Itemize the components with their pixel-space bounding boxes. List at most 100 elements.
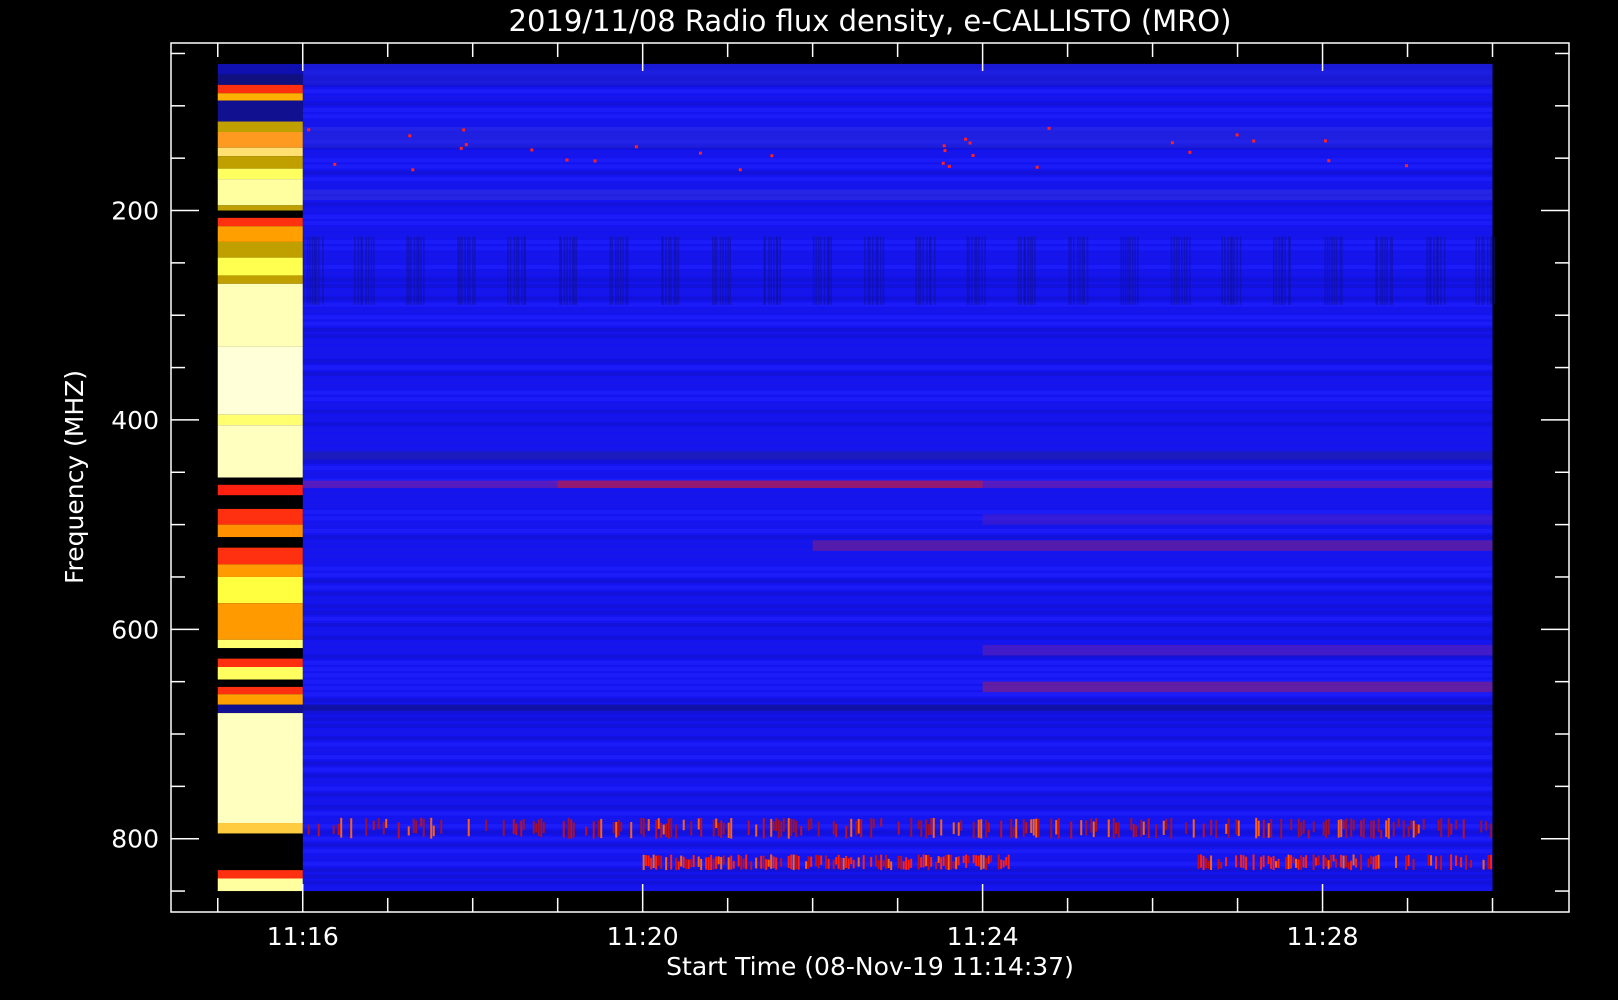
- burst-streak: [917, 820, 920, 829]
- spectrogram-texture-line: [302, 302, 1493, 307]
- burst-streak: [770, 818, 773, 837]
- burst-streak: [1297, 859, 1300, 870]
- calibration-band: [217, 508, 303, 525]
- frequency-band: [812, 540, 1493, 551]
- burst-streak: [1290, 819, 1293, 831]
- spectrogram-texture-line: [302, 296, 1493, 301]
- spectrogram-texture-line: [302, 440, 1493, 446]
- interference-streak: [1081, 236, 1084, 305]
- spectrogram-texture-line: [302, 264, 1493, 270]
- interference-streak: [1017, 236, 1020, 305]
- rfi-speckle: [1327, 159, 1331, 163]
- spectrogram-texture-line: [302, 233, 1493, 238]
- burst-streak: [927, 824, 930, 836]
- interference-streak: [322, 236, 324, 305]
- burst-streak: [720, 820, 723, 838]
- burst-streak: [1237, 820, 1240, 837]
- burst-streak: [1162, 820, 1165, 835]
- burst-streak: [642, 817, 645, 837]
- burst-streak: [742, 858, 745, 869]
- burst-streak: [562, 821, 565, 838]
- burst-streak: [782, 818, 785, 832]
- burst-streak: [1217, 859, 1220, 870]
- spectrogram-texture-line: [302, 277, 1493, 282]
- burst-streak: [797, 855, 800, 870]
- interference-streak: [472, 236, 474, 305]
- spectrogram-texture-line: [302, 390, 1493, 395]
- interference-streak: [820, 236, 822, 305]
- interference-streak: [1233, 236, 1235, 305]
- interference-streak: [1120, 236, 1123, 305]
- interference-streak: [513, 236, 516, 305]
- burst-streak: [600, 818, 603, 839]
- interference-streak: [828, 236, 830, 305]
- burst-streak: [385, 818, 388, 828]
- interference-streak: [423, 236, 425, 305]
- spectrogram-texture-line: [302, 660, 1493, 665]
- calibration-band: [217, 226, 303, 242]
- calibration-band: [217, 704, 303, 714]
- spectrogram-texture-line: [302, 736, 1493, 741]
- burst-streak: [1210, 819, 1213, 836]
- burst-streak: [817, 821, 820, 837]
- interference-streak: [770, 236, 772, 305]
- burst-streak: [1327, 860, 1330, 870]
- burst-streak: [1440, 855, 1443, 870]
- burst-streak: [745, 854, 748, 870]
- burst-streak: [922, 854, 925, 868]
- interference-streak: [975, 236, 978, 305]
- interference-streak: [1379, 236, 1382, 305]
- calibration-band: [217, 524, 303, 538]
- burst-streak: [1202, 855, 1205, 871]
- burst-streak: [732, 860, 735, 869]
- calibration-band: [217, 833, 303, 871]
- spectrogram-texture-line: [302, 553, 1493, 559]
- burst-streak: [1130, 818, 1133, 831]
- interference-streak: [365, 236, 367, 305]
- calibration-band: [217, 93, 303, 101]
- burst-streak: [767, 859, 770, 867]
- burst-streak: [422, 818, 425, 837]
- calibration-band: [217, 667, 303, 680]
- burst-streak: [1242, 855, 1245, 869]
- interference-streak: [926, 236, 928, 305]
- burst-streak: [1132, 823, 1135, 838]
- heatmap-layer: [217, 63, 1495, 892]
- interference-streak: [1475, 236, 1478, 305]
- burst-streak: [1465, 855, 1468, 870]
- spectrogram-texture-line: [302, 428, 1493, 433]
- burst-streak: [690, 821, 693, 836]
- burst-streak: [1207, 860, 1210, 869]
- spectrogram-texture-line: [302, 742, 1493, 747]
- burst-streak: [1205, 858, 1208, 869]
- interference-streak: [617, 236, 619, 305]
- interference-streak: [1129, 236, 1131, 305]
- burst-streak: [875, 855, 878, 867]
- interference-streak: [1122, 236, 1125, 305]
- burst-streak: [1240, 854, 1243, 868]
- rfi-speckle: [459, 146, 463, 150]
- calibration-band: [217, 823, 303, 834]
- burst-streak: [932, 818, 935, 838]
- interference-streak: [410, 236, 412, 305]
- burst-streak: [657, 818, 660, 829]
- burst-streak: [467, 818, 470, 837]
- burst-streak: [1325, 819, 1328, 839]
- burst-streak: [700, 858, 703, 870]
- x-tick-label: 11:24: [947, 922, 1019, 951]
- interference-streak: [879, 236, 882, 305]
- burst-streak: [760, 855, 763, 869]
- burst-streak: [682, 819, 685, 831]
- burst-streak: [805, 861, 808, 869]
- burst-streak: [415, 820, 418, 834]
- rfi-speckle: [971, 153, 975, 157]
- interference-streak: [1079, 236, 1081, 305]
- burst-streak: [650, 857, 653, 870]
- interference-streak: [575, 236, 578, 305]
- burst-streak: [885, 854, 888, 869]
- frequency-band: [302, 451, 1493, 460]
- spectrogram-texture-line: [302, 120, 1493, 125]
- burst-streak: [807, 856, 810, 869]
- rfi-speckle: [634, 145, 638, 149]
- spectrogram-chart: 200 400 600 800 11:16 11:20 11:24 11:28 2019/11…: [0, 0, 1618, 1000]
